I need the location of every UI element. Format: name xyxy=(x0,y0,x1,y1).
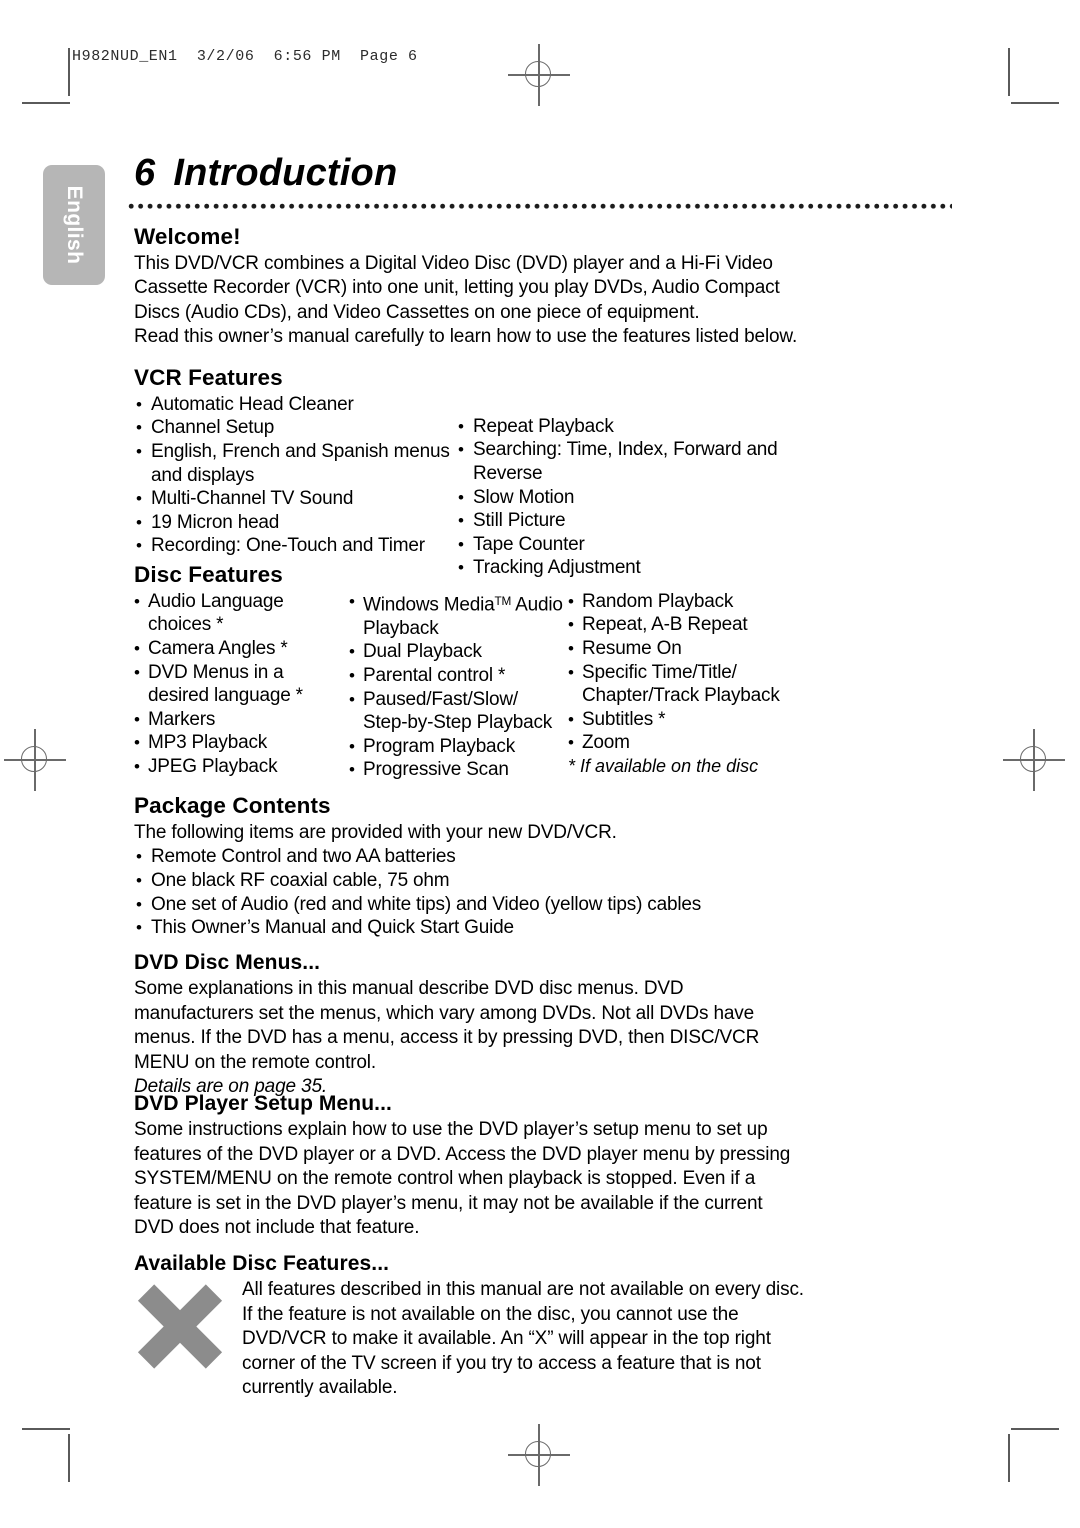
manual-page: English 6 Introduction Welcome! This DVD/… xyxy=(0,0,1080,1528)
list-item: Random Playback xyxy=(568,590,794,614)
list-item: One black RF coaxial cable, 75 ohm xyxy=(134,869,814,893)
list-item: Automatic Head Cleaner xyxy=(134,393,454,417)
list-item: MP3 Playback xyxy=(134,731,349,755)
list-item: Searching: Time, Index, Forward and Reve… xyxy=(456,438,786,485)
list-item: Resume On xyxy=(568,637,794,661)
vcr-features-list-left: Automatic Head Cleaner Channel Setup Eng… xyxy=(134,393,454,558)
list-item: Progressive Scan xyxy=(349,758,564,782)
dvd-disc-menus-paragraph: Some explanations in this manual describ… xyxy=(134,978,760,1073)
page-number: 6 xyxy=(134,152,156,194)
list-item: Slow Motion xyxy=(456,486,786,510)
list-item: Audio Language choices * xyxy=(134,590,349,637)
section-dvd-disc-menus: DVD Disc Menus... Some explanations in t… xyxy=(134,951,794,1100)
disc-features-heading: Disc Features xyxy=(134,562,283,587)
list-item: English, French and Spanish menus and di… xyxy=(134,440,454,487)
dvd-player-setup-menu-heading: DVD Player Setup Menu... xyxy=(134,1092,392,1115)
list-item: Windows MediaTM Audio Playback xyxy=(349,590,564,640)
list-item: One set of Audio (red and white tips) an… xyxy=(134,893,814,917)
disc-features-column-2: Windows MediaTM Audio Playback Dual Play… xyxy=(349,590,564,782)
list-item: Still Picture xyxy=(456,509,786,533)
section-dvd-player-setup-menu: DVD Player Setup Menu... Some instructio… xyxy=(134,1092,799,1241)
list-item: DVD Menus in a desired language * xyxy=(134,661,349,708)
list-item: Parental control * xyxy=(349,664,564,688)
vcr-features-list-right: Repeat Playback Searching: Time, Index, … xyxy=(456,415,786,580)
list-item: Repeat, A-B Repeat xyxy=(568,613,794,637)
section-vcr-features: VCR Features Automatic Head Cleaner Chan… xyxy=(134,365,799,580)
list-item: Subtitles * xyxy=(568,708,794,732)
title-dotted-rule xyxy=(128,203,952,210)
vcr-features-heading: VCR Features xyxy=(134,365,283,390)
language-tab: English xyxy=(43,165,105,285)
welcome-paragraph-1: This DVD/VCR combines a Digital Video Di… xyxy=(134,252,780,323)
package-contents-intro: The following items are provided with yo… xyxy=(134,821,617,843)
list-item: This Owner’s Manual and Quick Start Guid… xyxy=(134,916,814,940)
list-item: JPEG Playback xyxy=(134,755,349,779)
welcome-heading: Welcome! xyxy=(134,224,241,249)
list-item: Multi-Channel TV Sound xyxy=(134,487,454,511)
list-item: Repeat Playback xyxy=(456,415,786,439)
section-package-contents: Package Contents The following items are… xyxy=(134,793,814,940)
disc-features-list-1: Audio Language choices * Camera Angles *… xyxy=(134,590,349,779)
list-item: Channel Setup xyxy=(134,416,454,440)
disc-features-list-2: Windows MediaTM Audio Playback Dual Play… xyxy=(349,590,564,782)
available-disc-features-paragraph: All features described in this manual ar… xyxy=(242,1279,804,1399)
vcr-features-column-left: Automatic Head Cleaner Channel Setup Eng… xyxy=(134,393,454,558)
package-contents-heading: Package Contents xyxy=(134,793,331,818)
package-contents-list: Remote Control and two AA batteries One … xyxy=(134,845,814,939)
list-item: Tape Counter xyxy=(456,533,786,557)
list-item: Specific Time/Title/ Chapter/Track Playb… xyxy=(568,661,794,708)
list-item: Camera Angles * xyxy=(134,637,349,661)
dvd-player-setup-menu-paragraph: Some instructions explain how to use the… xyxy=(134,1119,791,1239)
list-item: Recording: One-Touch and Timer xyxy=(134,534,454,558)
welcome-paragraph-2: Read this owner’s manual carefully to le… xyxy=(134,326,798,348)
disc-features-column-3: Random Playback Repeat, A-B Repeat Resum… xyxy=(568,590,794,779)
list-item: Markers xyxy=(134,708,349,732)
disc-features-footnote: * If available on the disc xyxy=(568,756,759,777)
list-item: Zoom xyxy=(568,731,794,755)
list-item: Paused/Fast/Slow/ Step-by-Step Playback xyxy=(349,688,564,735)
disc-features-list-3: Random Playback Repeat, A-B Repeat Resum… xyxy=(568,590,794,755)
section-disc-features: Disc Features Audio Language choices * C… xyxy=(134,562,814,782)
vcr-features-column-right: Repeat Playback Searching: Time, Index, … xyxy=(456,415,786,580)
page-title: 6 Introduction xyxy=(134,152,397,195)
section-welcome: Welcome! This DVD/VCR combines a Digital… xyxy=(134,224,799,350)
language-tab-label: English xyxy=(63,185,86,265)
list-item: Program Playback xyxy=(349,735,564,759)
list-item: 19 Micron head xyxy=(134,511,454,535)
list-item: Remote Control and two AA batteries xyxy=(134,845,814,869)
available-disc-features-heading: Available Disc Features... xyxy=(134,1252,390,1275)
disc-features-column-1: Audio Language choices * Camera Angles *… xyxy=(134,590,349,779)
page-title-text: Introduction xyxy=(173,152,398,194)
dvd-disc-menus-heading: DVD Disc Menus... xyxy=(134,951,321,974)
section-available-disc-features: Available Disc Features... All features … xyxy=(134,1252,806,1401)
list-item: Dual Playback xyxy=(349,640,564,664)
x-mark-icon xyxy=(134,1280,226,1372)
